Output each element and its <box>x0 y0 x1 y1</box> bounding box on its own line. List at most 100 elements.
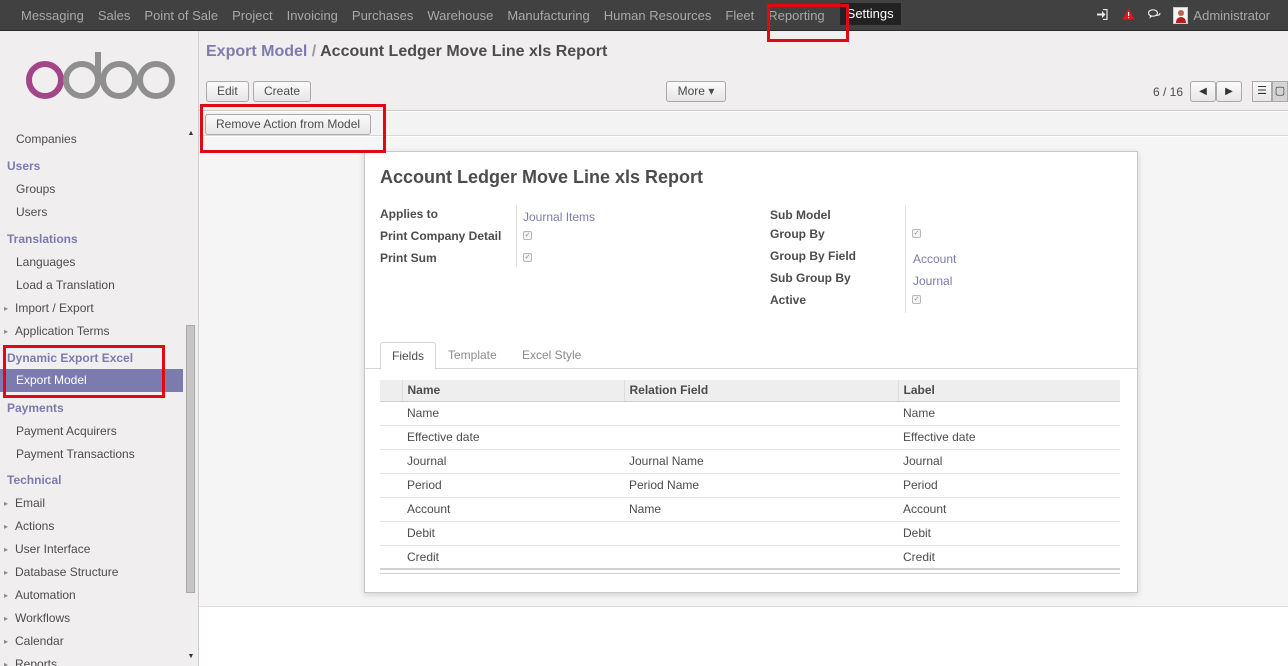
sign-in-icon[interactable] <box>1089 8 1115 23</box>
column-header-relation-field[interactable]: Relation Field <box>623 380 898 402</box>
cell-relation-field: Period Name <box>624 473 898 498</box>
menu-sales[interactable]: Sales <box>91 0 138 31</box>
sidebar-item-export-model[interactable]: Export Model <box>0 369 183 392</box>
sidebar-item-user-interface[interactable]: User Interface <box>0 538 183 561</box>
menu-settings[interactable]: Settings <box>839 2 901 25</box>
table-row[interactable]: Journal Journal Name Journal <box>380 449 1120 474</box>
remove-action-button[interactable]: Remove Action from Model <box>205 114 372 135</box>
applies-to-value[interactable]: Journal Items <box>523 210 595 224</box>
cell-relation-field <box>624 521 898 546</box>
avatar <box>1173 7 1189 24</box>
menu-point-of-sale[interactable]: Point of Sale <box>137 0 225 31</box>
sidebar-item-groups[interactable]: Groups <box>0 178 183 201</box>
menu-messaging[interactable]: Messaging <box>14 0 91 31</box>
form-view-icon[interactable]: ▢ <box>1272 81 1288 102</box>
menu-reporting[interactable]: Reporting <box>761 0 831 31</box>
menu-project[interactable]: Project <box>225 0 279 31</box>
cell-name: Debit <box>402 521 624 546</box>
cell-relation-field <box>624 401 898 426</box>
group-by-label: Group By <box>770 227 825 241</box>
table-row[interactable]: Name Name <box>380 401 1120 426</box>
edit-button[interactable]: Edit <box>206 81 249 102</box>
menu-fleet[interactable]: Fleet <box>718 0 761 31</box>
sidebar-item-companies[interactable]: Companies <box>0 128 183 151</box>
sidebar-item-import-export[interactable]: Import / Export <box>0 297 183 320</box>
cell-label: Debit <box>898 521 1120 546</box>
menu-human-resources[interactable]: Human Resources <box>597 0 719 31</box>
sub-model-label: Sub Model <box>770 208 831 222</box>
sidebar-item-workflows[interactable]: Workflows <box>0 607 183 630</box>
group-by-checkbox[interactable]: ✓ <box>912 229 921 238</box>
control-panel: Export Model / Account Ledger Move Line … <box>199 31 1288 111</box>
breadcrumb-separator: / <box>311 43 317 60</box>
sidebar-item-application-terms[interactable]: Application Terms <box>0 320 183 343</box>
table-row[interactable]: Period Period Name Period <box>380 473 1120 498</box>
breadcrumb-export-model[interactable]: Export Model <box>206 43 307 60</box>
sidebar-section-technical: Technical <box>7 473 62 487</box>
row-handle <box>380 401 402 426</box>
column-header-label[interactable]: Label <box>897 380 1120 402</box>
table-footer <box>380 568 1120 574</box>
print-sum-checkbox[interactable]: ✓ <box>523 253 532 262</box>
cell-name: Effective date <box>402 425 624 450</box>
form-sheet: Account Ledger Move Line xls Report Appl… <box>364 151 1138 593</box>
tab-excel-style[interactable]: Excel Style <box>511 342 592 369</box>
pager-previous-button[interactable]: ◀ <box>1190 81 1216 102</box>
sidebar-section-payments: Payments <box>7 401 64 415</box>
sidebar-item-payment-acquirers[interactable]: Payment Acquirers <box>0 420 183 443</box>
cell-name: Account <box>402 497 624 522</box>
group-by-field-value[interactable]: Account <box>913 252 956 266</box>
sidebar-item-calendar[interactable]: Calendar <box>0 630 183 653</box>
fields-table: Name Relation Field Label Name Name Effe… <box>380 380 1120 570</box>
sidebar-item-database-structure[interactable]: Database Structure <box>0 561 183 584</box>
menu-invoicing[interactable]: Invoicing <box>280 0 345 31</box>
cell-label: Effective date <box>898 425 1120 450</box>
table-row[interactable]: Credit Credit <box>380 545 1120 570</box>
sidebar-item-reports[interactable]: Reports <box>0 653 183 666</box>
table-header-handle <box>380 380 402 402</box>
scroll-up-arrow[interactable]: ▲ <box>185 129 197 139</box>
top-navbar: Messaging Sales Point of Sale Project In… <box>0 0 1288 31</box>
sidebar-item-payment-transactions[interactable]: Payment Transactions <box>0 443 183 466</box>
pager-value: 6 / 16 <box>1153 85 1184 99</box>
row-handle <box>380 473 402 498</box>
scroll-down-arrow[interactable]: ▼ <box>185 652 197 662</box>
breadcrumb: Export Model / Account Ledger Move Line … <box>206 43 607 61</box>
cell-name: Period <box>402 473 624 498</box>
more-dropdown-button[interactable]: More ▾ <box>666 81 726 102</box>
sidebar-item-load-translation[interactable]: Load a Translation <box>0 274 183 297</box>
sidebar-item-languages[interactable]: Languages <box>0 251 183 274</box>
table-row[interactable]: Effective date Effective date <box>380 425 1120 450</box>
tab-template[interactable]: Template <box>437 342 508 369</box>
cell-label: Account <box>898 497 1120 522</box>
row-handle <box>380 449 402 474</box>
pager-next-button[interactable]: ▶ <box>1216 81 1242 102</box>
cell-relation-field: Journal Name <box>624 449 898 474</box>
sidebar-item-automation[interactable]: Automation <box>0 584 183 607</box>
field-divider <box>516 205 517 267</box>
list-view-icon[interactable]: ☰ <box>1252 81 1272 102</box>
cell-name: Journal <box>402 449 624 474</box>
table-row[interactable]: Debit Debit <box>380 521 1120 546</box>
menu-manufacturing[interactable]: Manufacturing <box>500 0 596 31</box>
active-checkbox[interactable]: ✓ <box>912 295 921 304</box>
menu-warehouse[interactable]: Warehouse <box>420 0 500 31</box>
sidebar-section-translations: Translations <box>7 232 78 246</box>
sidebar-item-users[interactable]: Users <box>0 201 183 224</box>
top-menu: Messaging Sales Point of Sale Project In… <box>14 0 901 31</box>
tab-fields[interactable]: Fields <box>380 342 437 370</box>
warning-icon[interactable] <box>1115 8 1141 23</box>
sidebar-item-email[interactable]: Email <box>0 492 183 515</box>
row-handle <box>380 497 402 522</box>
chat-icon[interactable] <box>1141 8 1167 23</box>
sub-group-by-value[interactable]: Journal <box>913 274 952 288</box>
sidebar-scrollbar-thumb[interactable] <box>186 325 195 593</box>
column-header-name[interactable]: Name <box>401 380 624 402</box>
table-row[interactable]: Account Name Account <box>380 497 1120 522</box>
sidebar-item-actions[interactable]: Actions <box>0 515 183 538</box>
create-button[interactable]: Create <box>253 81 312 102</box>
menu-purchases[interactable]: Purchases <box>345 0 420 31</box>
main-content: Export Model / Account Ledger Move Line … <box>199 31 1288 666</box>
user-menu[interactable]: Administrator <box>1173 7 1270 24</box>
print-company-detail-checkbox[interactable]: ✓ <box>523 231 532 240</box>
